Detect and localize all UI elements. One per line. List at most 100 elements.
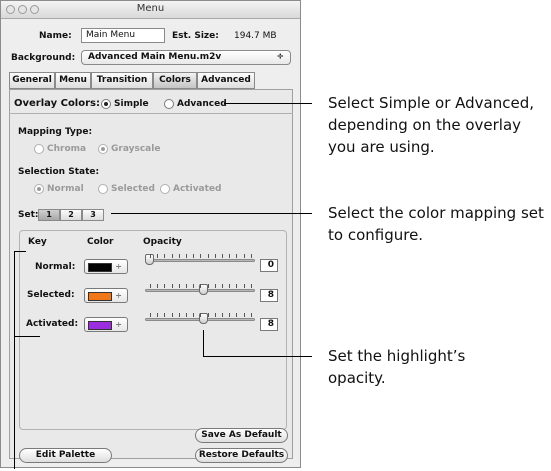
selection-state-label: Selection State:: [18, 167, 100, 177]
key-callout-tick-bottom: [14, 336, 40, 337]
slider-tick: [214, 313, 216, 317]
opacity-callout-line-h: [203, 356, 312, 357]
slider-track: [145, 259, 255, 262]
est-size-label: Est. Size:: [172, 31, 219, 41]
slider-tick: [243, 313, 245, 317]
selected-key-label: Selected:: [27, 290, 75, 300]
save-as-default-button[interactable]: Save As Default: [195, 428, 288, 443]
tab-advanced[interactable]: Advanced: [197, 72, 255, 89]
slider-tick: [250, 284, 252, 288]
slider-tick: [200, 284, 202, 288]
slider-tick: [243, 254, 245, 258]
normal-color-fill: [88, 263, 112, 272]
title-bar: Menu: [1, 1, 300, 19]
normal-key-label: Normal:: [35, 262, 76, 272]
activated-key-label: Activated:: [26, 319, 79, 329]
window-title: Menu: [136, 3, 165, 14]
overlay-colors-label: Overlay Colors:: [14, 98, 100, 109]
key-callout-bracket: [14, 251, 15, 469]
menu-inspector-window: Menu Name: Main Menu Est. Size: 194.7 MB…: [0, 0, 301, 468]
slider-tick: [164, 254, 166, 258]
opacity-callout-text: Set the highlight’s opacity.: [328, 347, 466, 387]
slider-tick: [178, 313, 180, 317]
slider-tick: [157, 313, 159, 317]
slider-tick: [250, 313, 252, 317]
selected-opacity-value[interactable]: 8: [260, 289, 278, 302]
tab-menu[interactable]: Menu: [55, 72, 91, 89]
slider-tick: [150, 254, 151, 258]
slider-tick: [164, 313, 166, 317]
activated-opacity-slider[interactable]: [145, 308, 255, 328]
restore-defaults-button[interactable]: Restore Defaults: [195, 448, 288, 463]
slider-tick: [178, 284, 180, 288]
state-normal-radio[interactable]: [34, 184, 44, 194]
overlay-callout-text: Select Simple or Advanced, depending on …: [328, 94, 535, 156]
mapping-grayscale-radio[interactable]: [98, 144, 108, 154]
key-header: Key: [28, 237, 47, 247]
mapping-chroma-radio[interactable]: [34, 144, 44, 154]
color-header: Color: [87, 237, 114, 247]
state-activated-label: Activated: [173, 184, 222, 194]
overlay-advanced-label: Advanced: [177, 99, 227, 109]
overlay-simple-radio[interactable]: [101, 99, 111, 109]
tab-general[interactable]: General: [9, 72, 55, 89]
slider-tick: [171, 313, 173, 317]
est-size-value: 194.7 MB: [234, 31, 277, 41]
overlay-callout-line: [224, 103, 312, 104]
key-callout-tick-top: [14, 251, 26, 252]
set-1-button[interactable]: 1: [38, 209, 60, 221]
slider-tick: [186, 254, 187, 258]
slider-tick: [186, 284, 187, 288]
set-2-button[interactable]: 2: [60, 209, 82, 221]
background-popup[interactable]: Advanced Main Menu.m2v ÷: [81, 50, 291, 65]
slider-tick: [222, 313, 223, 317]
slider-tick: [186, 313, 187, 317]
state-selected-label: Selected: [111, 184, 155, 194]
mapping-type-label: Mapping Type:: [18, 127, 93, 137]
swatch-arrows-icon: ÷: [115, 262, 122, 271]
slider-tick: [236, 313, 238, 317]
name-field[interactable]: Main Menu: [81, 28, 165, 43]
set-callout-line: [111, 213, 312, 214]
set-label: Set:: [18, 210, 39, 220]
slider-tick: [200, 313, 202, 317]
background-label: Background:: [11, 53, 76, 63]
slider-tick: [207, 313, 209, 317]
slider-tick: [193, 313, 195, 317]
slider-tick: [157, 254, 159, 258]
normal-opacity-slider[interactable]: [145, 249, 255, 269]
mapping-chroma-label: Chroma: [47, 144, 87, 154]
normal-color-swatch[interactable]: ÷: [84, 259, 128, 274]
slider-tick: [229, 284, 231, 288]
slider-tick: [222, 254, 223, 258]
opacity-header: Opacity: [143, 237, 182, 247]
set-3-button[interactable]: 3: [82, 209, 104, 221]
activated-color-swatch[interactable]: ÷: [84, 317, 128, 332]
slider-tick: [207, 254, 209, 258]
slider-tick: [236, 254, 238, 258]
normal-opacity-value[interactable]: 0: [260, 259, 278, 272]
tab-colors[interactable]: Colors: [153, 72, 197, 89]
edit-palette-button[interactable]: Edit Palette: [19, 448, 112, 463]
slider-tick: [236, 284, 238, 288]
overlay-simple-label: Simple: [114, 99, 149, 109]
state-selected-radio[interactable]: [98, 184, 108, 194]
slider-tick: [193, 284, 195, 288]
selected-color-swatch[interactable]: ÷: [84, 288, 128, 303]
state-activated-radio[interactable]: [160, 184, 170, 194]
name-label: Name:: [39, 31, 72, 41]
slider-tick: [171, 254, 173, 258]
slider-tick: [222, 284, 223, 288]
slider-tick: [229, 254, 231, 258]
slider-tick: [150, 284, 151, 288]
activated-opacity-value[interactable]: 8: [260, 318, 278, 331]
divider: [9, 113, 293, 114]
selected-opacity-slider[interactable]: [145, 279, 255, 299]
swatch-arrows-icon: ÷: [115, 320, 122, 329]
slider-tick: [171, 284, 173, 288]
overlay-advanced-radio[interactable]: [164, 99, 174, 109]
slider-tick: [214, 254, 216, 258]
slider-tick: [229, 313, 231, 317]
tab-transition[interactable]: Transition: [91, 72, 153, 89]
slider-tick: [150, 313, 151, 317]
